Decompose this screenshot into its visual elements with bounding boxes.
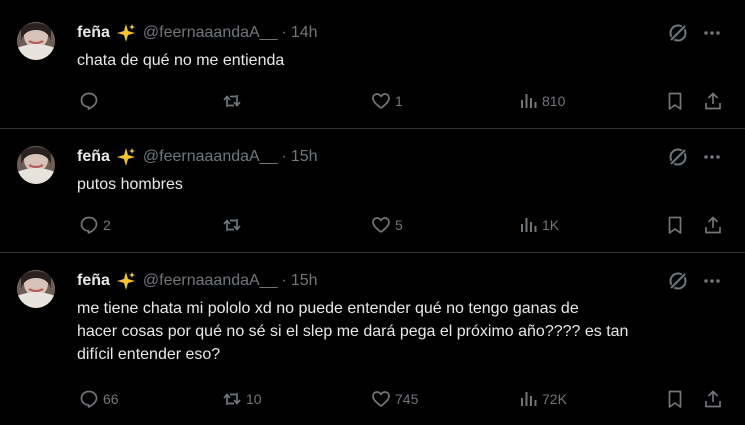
bookmark-icon (668, 216, 682, 234)
tweet-actions: 1 810 (77, 90, 727, 112)
timestamp[interactable]: 15h (291, 148, 318, 166)
tweet-text-line: difícil entender eso? (77, 346, 221, 363)
bookmark-button[interactable] (665, 388, 685, 410)
grok-icon[interactable] (668, 147, 688, 167)
heart-icon (372, 217, 390, 233)
retweet-icon (223, 219, 241, 231)
tweet-text: chata de qué no me entienda (77, 49, 727, 72)
tweet-text: me tiene chata mi pololo xd no puede ent… (77, 297, 727, 366)
share-button[interactable] (703, 214, 723, 236)
tweet-actions: 2 5 1K (77, 214, 727, 236)
reply-count: 2 (103, 217, 111, 233)
retweet-button[interactable] (222, 90, 246, 112)
tweet-text: putos hombres (77, 173, 727, 196)
view-count: 72K (542, 391, 567, 407)
view-count: 810 (542, 93, 566, 109)
tweet-text-line: hacer cosas por qué no sé si el slep me … (77, 323, 629, 340)
separator-dot: · (281, 148, 287, 165)
user-handle[interactable]: @feernaaandaA__ (143, 148, 278, 166)
share-icon (705, 216, 721, 234)
timestamp[interactable]: 15h (291, 272, 318, 290)
like-count: 5 (395, 217, 403, 233)
user-handle[interactable]: @feernaaandaA__ (143, 24, 278, 42)
retweet-button[interactable]: 10 (222, 388, 262, 410)
reply-icon (80, 92, 98, 110)
display-name[interactable]: feña (77, 272, 110, 290)
share-button[interactable] (703, 90, 723, 112)
tweet-actions: 66 10 745 72K (77, 388, 727, 410)
share-icon (705, 92, 721, 110)
reply-icon (80, 216, 98, 234)
views-button[interactable]: 1K (518, 214, 559, 236)
retweet-icon (223, 393, 241, 405)
like-button[interactable]: 745 (371, 388, 418, 410)
tweet[interactable]: feña @feernaaandaA__ · 14h chata de qué … (0, 0, 745, 128)
reply-button[interactable]: 2 (79, 214, 111, 236)
view-count: 1K (542, 217, 560, 233)
avatar[interactable] (17, 22, 55, 60)
grok-icon[interactable] (668, 23, 688, 43)
avatar[interactable] (17, 270, 55, 308)
like-count: 1 (395, 93, 403, 109)
views-button[interactable]: 810 (518, 90, 565, 112)
reply-count: 66 (103, 391, 119, 407)
sparkles-icon (116, 147, 136, 167)
timestamp[interactable]: 14h (291, 24, 318, 42)
like-button[interactable]: 5 (371, 214, 403, 236)
avatar[interactable] (17, 146, 55, 184)
like-button[interactable]: 1 (371, 90, 403, 112)
tweet-text-line: putos hombres (77, 176, 183, 193)
share-icon (705, 390, 721, 408)
tweet[interactable]: feña @feernaaandaA__ · 15h putos hombres… (0, 129, 745, 252)
reply-icon (80, 390, 98, 408)
retweet-button[interactable] (222, 214, 246, 236)
views-icon (521, 392, 537, 406)
grok-icon[interactable] (668, 271, 688, 291)
display-name[interactable]: feña (77, 148, 110, 166)
display-name[interactable]: feña (77, 24, 110, 42)
bookmark-icon (668, 390, 682, 408)
bookmark-button[interactable] (665, 90, 685, 112)
share-button[interactable] (703, 388, 723, 410)
separator-dot: · (281, 272, 287, 289)
separator-dot: · (281, 24, 287, 41)
reply-button[interactable] (79, 90, 103, 112)
tweet[interactable]: feña @feernaaandaA__ · 15h me tiene chat… (0, 253, 745, 425)
more-options-icon[interactable] (702, 271, 722, 291)
reply-button[interactable]: 66 (79, 388, 119, 410)
sparkles-icon (116, 23, 136, 43)
user-handle[interactable]: @feernaaandaA__ (143, 272, 278, 290)
like-count: 745 (395, 391, 419, 407)
bookmark-icon (668, 92, 682, 110)
views-icon (521, 94, 537, 108)
heart-icon (372, 93, 390, 109)
retweet-icon (223, 95, 241, 107)
tweet-text-line: me tiene chata mi pololo xd no puede ent… (77, 300, 579, 317)
bookmark-button[interactable] (665, 214, 685, 236)
tweet-text-line: chata de qué no me entienda (77, 52, 285, 69)
retweet-count: 10 (246, 391, 262, 407)
heart-icon (372, 391, 390, 407)
more-options-icon[interactable] (702, 23, 722, 43)
views-icon (521, 218, 537, 232)
views-button[interactable]: 72K (518, 388, 567, 410)
sparkles-icon (116, 271, 136, 291)
more-options-icon[interactable] (702, 147, 722, 167)
